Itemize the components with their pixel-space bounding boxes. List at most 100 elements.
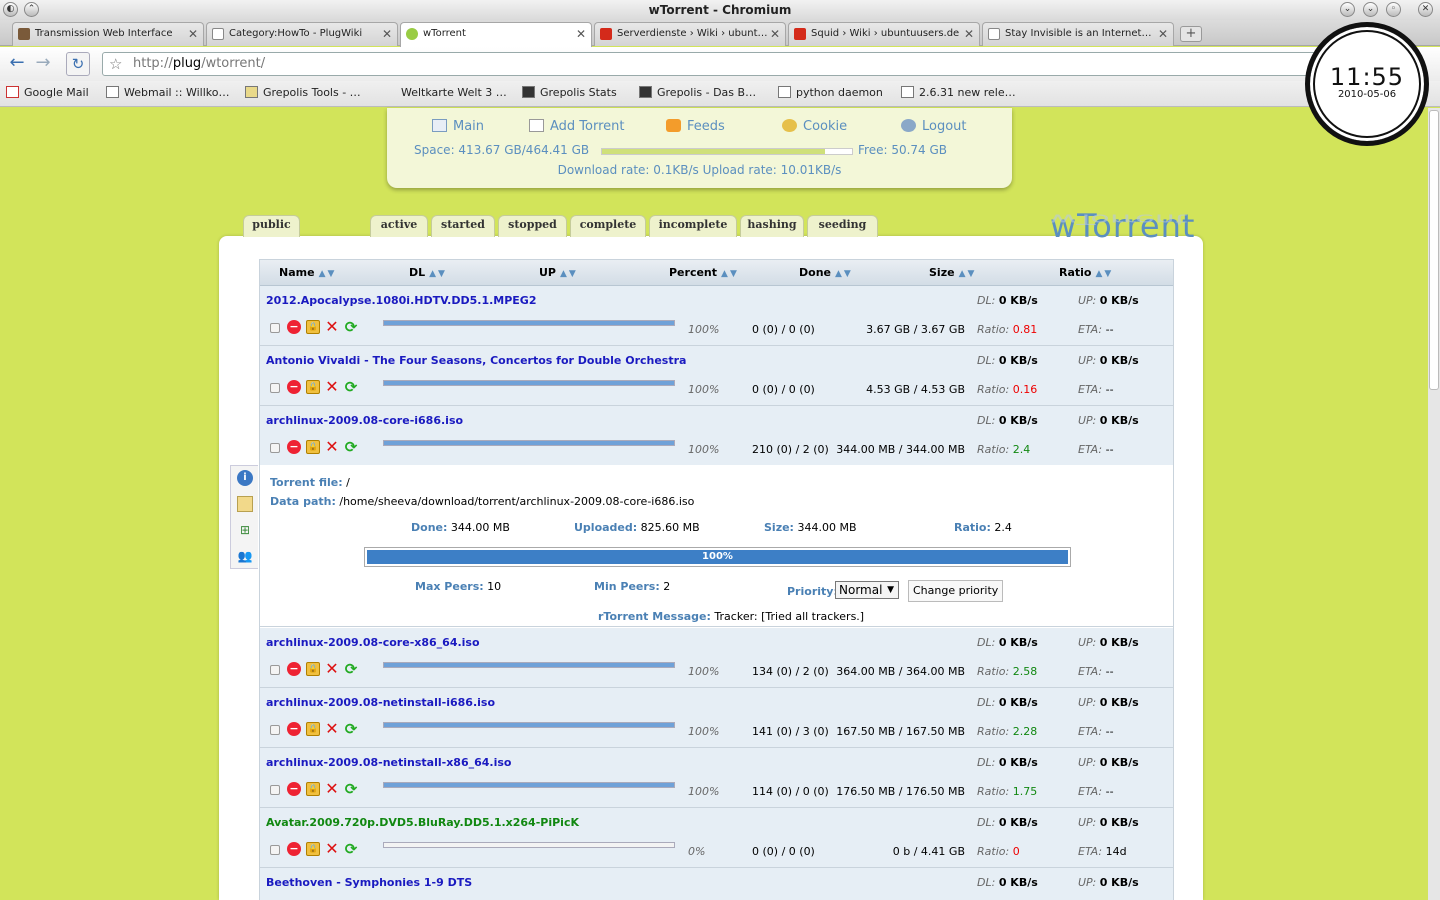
bookmark-grepolis-tools[interactable]: Grepolis Tools - … xyxy=(245,86,361,99)
torrent-row[interactable]: 2012.Apocalypse.1080i.HDTV.DD5.1.MPEG2 D… xyxy=(260,286,1173,346)
bookmark-grepolis-das[interactable]: Grepolis - Das B… xyxy=(639,86,756,99)
sort-arrows-icon[interactable]: ▲▼ xyxy=(560,269,578,279)
select-checkbox[interactable] xyxy=(270,383,280,393)
stop-icon[interactable]: − xyxy=(287,320,301,334)
column-name[interactable]: Name ▲▼ xyxy=(279,266,336,279)
filter-tab-hashing[interactable]: hashing xyxy=(740,215,804,237)
select-checkbox[interactable] xyxy=(270,443,280,453)
torrent-name[interactable]: archlinux-2009.08-netinstall-x86_64.iso xyxy=(266,756,511,769)
sort-arrows-icon[interactable]: ▲▼ xyxy=(319,269,337,279)
column-dl[interactable]: DL ▲▼ xyxy=(409,266,447,279)
filter-tab-seeding[interactable]: seeding xyxy=(807,215,878,237)
page-scrollbar[interactable] xyxy=(1428,108,1440,900)
shade-icon[interactable]: ⌃ xyxy=(24,2,39,17)
bookmark-2631-release[interactable]: 2.6.31 new rele… xyxy=(901,86,1016,99)
bookmark-python-daemon[interactable]: python daemon xyxy=(778,86,883,99)
torrent-row[interactable]: Avatar.2009.720p.DVD5.BluRay.DD5.1.x264-… xyxy=(260,808,1173,868)
recheck-icon[interactable]: ⟳ xyxy=(344,722,358,737)
browser-tab-wtorrent[interactable]: wTorrent ✕ xyxy=(400,22,592,47)
select-checkbox[interactable] xyxy=(270,665,280,675)
recheck-icon[interactable]: ⟳ xyxy=(344,782,358,797)
stop-icon[interactable]: − xyxy=(287,440,301,454)
bookmark-weltkarte[interactable]: Weltkarte Welt 3 … xyxy=(383,86,507,99)
browser-tab-stay-invisible[interactable]: Stay Invisible is an Internet… ✕ xyxy=(982,22,1174,46)
recheck-icon[interactable]: ⟳ xyxy=(344,380,358,395)
stop-icon[interactable]: − xyxy=(287,842,301,856)
browser-tab-squid[interactable]: Squid › Wiki › ubuntuusers.de ✕ xyxy=(788,22,980,46)
menu-feeds[interactable]: Feeds xyxy=(666,119,725,134)
torrent-row[interactable]: archlinux-2009.08-netinstall-x86_64.iso … xyxy=(260,748,1173,808)
recheck-icon[interactable]: ⟳ xyxy=(344,320,358,335)
delete-icon[interactable]: ✕ xyxy=(325,319,339,335)
sort-arrows-icon[interactable]: ▲▼ xyxy=(1095,269,1113,279)
forward-arrow-icon[interactable]: → xyxy=(31,52,55,76)
tree-icon[interactable]: ⊞ xyxy=(237,522,253,538)
filter-tab-complete[interactable]: complete xyxy=(570,215,646,237)
new-tab-button[interactable]: + xyxy=(1180,26,1202,42)
stop-icon[interactable]: − xyxy=(287,782,301,796)
browser-tab-transmission[interactable]: Transmission Web Interface ✕ xyxy=(12,22,204,46)
close-tab-icon[interactable]: ✕ xyxy=(576,23,586,45)
browser-tab-serverdienste[interactable]: Serverdienste › Wiki › ubunt… ✕ xyxy=(594,22,786,46)
torrent-name[interactable]: Antonio Vivaldi - The Four Seasons, Conc… xyxy=(266,354,686,367)
stop-icon[interactable]: − xyxy=(287,380,301,394)
torrent-row[interactable]: Beethoven - Symphonies 1-9 DTS DL: 0 KB/… xyxy=(260,868,1173,900)
menu-main[interactable]: Main xyxy=(432,119,484,134)
filter-tab-incomplete[interactable]: incomplete xyxy=(649,215,737,237)
recheck-icon[interactable]: ⟳ xyxy=(344,662,358,677)
change-priority-button[interactable]: Change priority xyxy=(908,580,1004,602)
torrent-name[interactable]: archlinux-2009.08-core-x86_64.iso xyxy=(266,636,480,649)
delete-icon[interactable]: ✕ xyxy=(325,721,339,737)
sort-arrows-icon[interactable]: ▲▼ xyxy=(429,269,447,279)
delete-icon[interactable]: ✕ xyxy=(325,841,339,857)
torrent-name[interactable]: 2012.Apocalypse.1080i.HDTV.DD5.1.MPEG2 xyxy=(266,294,537,307)
browser-tab-plugwiki[interactable]: Category:HowTo - PlugWiki ✕ xyxy=(206,22,398,46)
select-checkbox[interactable] xyxy=(270,845,280,855)
app-menu-icon[interactable]: ◐ xyxy=(3,2,18,17)
bookmark-webmail[interactable]: Webmail :: Willko… xyxy=(106,86,229,99)
recheck-icon[interactable]: ⟳ xyxy=(344,440,358,455)
torrent-name[interactable]: Avatar.2009.720p.DVD5.BluRay.DD5.1.x264-… xyxy=(266,816,579,829)
lock-icon[interactable]: 🔒 xyxy=(306,842,320,856)
column-done[interactable]: Done ▲▼ xyxy=(799,266,853,279)
filter-tab-stopped[interactable]: stopped xyxy=(498,215,567,237)
peers-icon[interactable]: 👥 xyxy=(237,548,253,564)
column-up[interactable]: UP ▲▼ xyxy=(539,266,578,279)
folder-search-icon[interactable] xyxy=(237,496,253,512)
sort-arrows-icon[interactable]: ▲▼ xyxy=(959,269,977,279)
delete-icon[interactable]: ✕ xyxy=(325,661,339,677)
filter-tab-public[interactable]: public xyxy=(243,215,300,237)
priority-select[interactable]: Normal ▼ xyxy=(835,581,899,599)
stop-icon[interactable]: − xyxy=(287,722,301,736)
lock-icon[interactable]: 🔒 xyxy=(306,440,320,454)
minimize-icon[interactable]: ⌄ xyxy=(1340,2,1355,17)
filter-tab-started[interactable]: started xyxy=(431,215,495,237)
bookmark-star-icon[interactable]: ☆ xyxy=(109,53,122,75)
filter-tab-active[interactable]: active xyxy=(370,215,428,237)
lock-icon[interactable]: 🔒 xyxy=(306,662,320,676)
close-tab-icon[interactable]: ✕ xyxy=(770,23,780,45)
torrent-row[interactable]: Antonio Vivaldi - The Four Seasons, Conc… xyxy=(260,346,1173,406)
torrent-row[interactable]: archlinux-2009.08-core-x86_64.iso DL: 0 … xyxy=(260,628,1173,688)
torrent-name[interactable]: archlinux-2009.08-core-i686.iso xyxy=(266,414,463,427)
select-checkbox[interactable] xyxy=(270,785,280,795)
column-size[interactable]: Size ▲▼ xyxy=(929,266,976,279)
maximize-icon[interactable]: ◦ xyxy=(1386,2,1401,17)
stop-icon[interactable]: − xyxy=(287,662,301,676)
bookmark-google-mail[interactable]: Google Mail xyxy=(6,86,89,99)
info-icon[interactable]: i xyxy=(237,470,253,486)
close-tab-icon[interactable]: ✕ xyxy=(1158,23,1168,45)
lock-icon[interactable]: 🔒 xyxy=(306,320,320,334)
menu-cookie[interactable]: Cookie xyxy=(782,119,847,134)
close-tab-icon[interactable]: ✕ xyxy=(188,23,198,45)
sort-arrows-icon[interactable]: ▲▼ xyxy=(721,269,739,279)
delete-icon[interactable]: ✕ xyxy=(325,781,339,797)
back-arrow-icon[interactable]: ← xyxy=(5,52,29,76)
torrent-row[interactable]: archlinux-2009.08-core-i686.iso DL: 0 KB… xyxy=(260,406,1173,466)
delete-icon[interactable]: ✕ xyxy=(325,439,339,455)
reload-icon[interactable]: ↻ xyxy=(66,52,90,76)
sort-arrows-icon[interactable]: ▲▼ xyxy=(835,269,853,279)
menu-add-torrent[interactable]: Add Torrent xyxy=(529,119,625,134)
close-window-icon[interactable]: ✕ xyxy=(1418,2,1433,17)
scrollbar-thumb[interactable] xyxy=(1429,110,1439,390)
